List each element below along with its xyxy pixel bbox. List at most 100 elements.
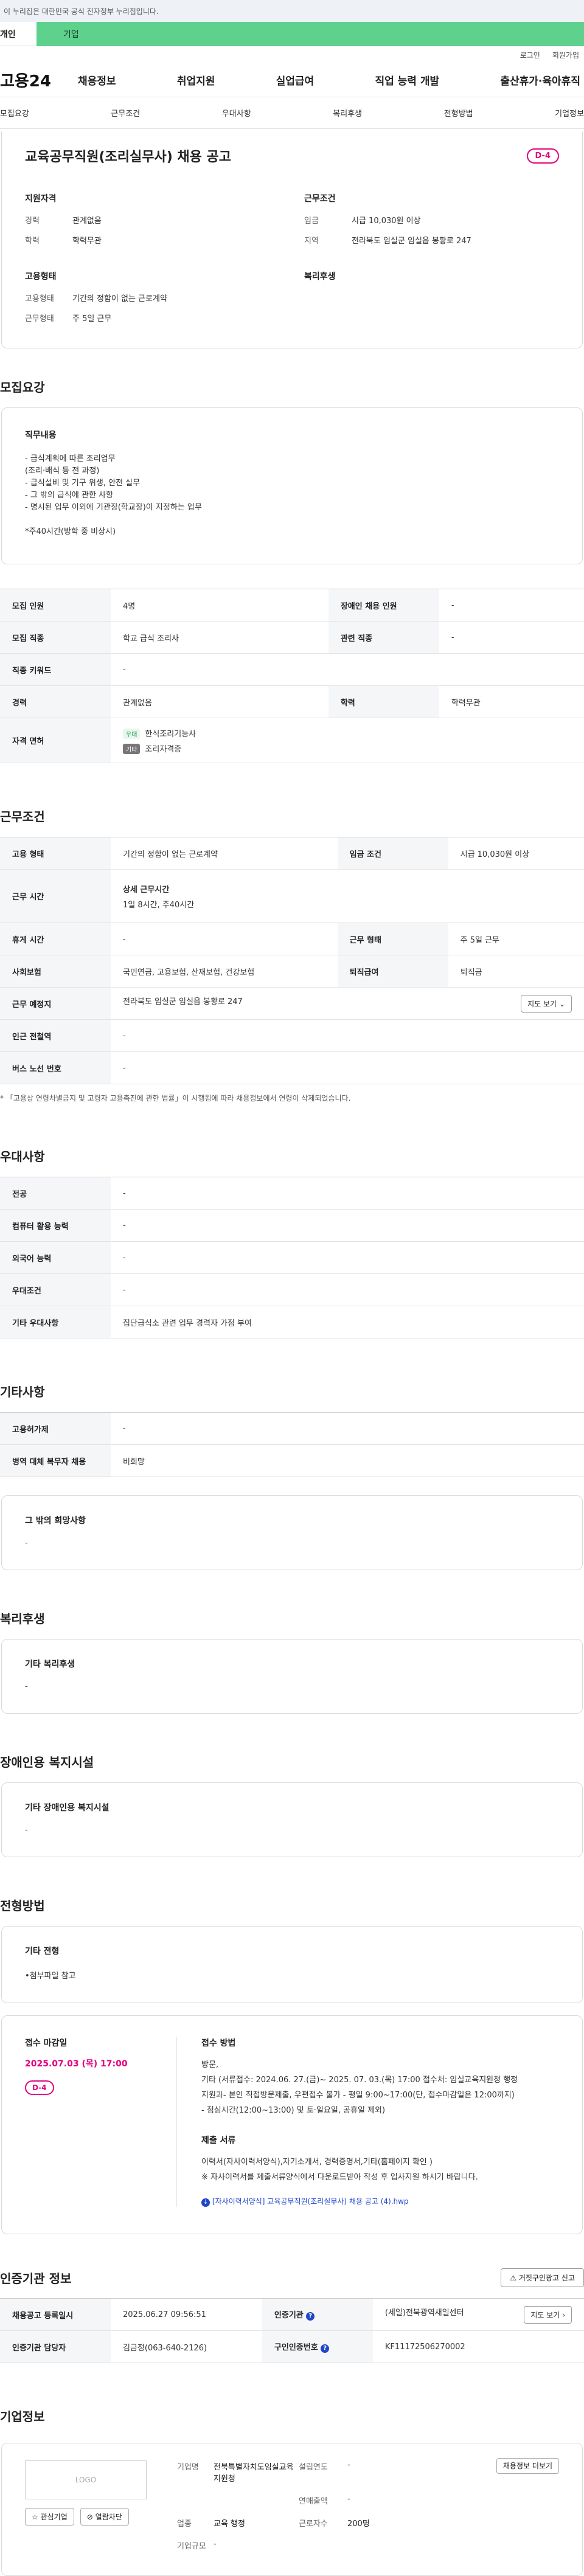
emp-label: 고용형태 [25,294,54,303]
duty-line: - 명시된 업무 이외에 기관장(학교장)이 지정하는 업무 [25,503,202,512]
license-label: 자격 면허 [0,718,111,763]
work-value: 주 5일 근무 [72,314,112,324]
rest-label: 휴게 시간 [0,923,111,955]
founded-label: 설립연도 [299,2463,328,2472]
pref-cond-value: - [111,1273,584,1306]
subnav-preferences[interactable]: 우대사항 [222,107,251,119]
company-name-label: 기업명 [177,2463,199,2472]
subnav-conditions[interactable]: 근무조건 [111,107,140,119]
emp-value: 기간의 정함이 없는 근로계약 [111,837,338,870]
section-recruit: 모집요강 [0,380,45,395]
subnav-method[interactable]: 전형방법 [444,107,473,119]
emp-heading: 고용형태 [25,272,57,282]
chevron-down-icon: ⌄ [558,999,565,1008]
method-value: •첨부파일 참고 [25,1972,76,1981]
gnb-leave[interactable]: 출산휴가·육아휴직 [500,72,580,88]
help-icon[interactable]: ? [306,2312,315,2321]
career-label: 경력 [0,685,111,718]
subnav-company[interactable]: 기업정보 [555,107,584,119]
major-value: - [111,1177,584,1210]
sales-label: 연매출액 [299,2497,328,2506]
block-icon: ⊘ [86,2513,93,2521]
map-button[interactable]: 지도 보기 › [524,2305,572,2324]
pref-etc-label: 기타 우대사항 [0,1306,111,1338]
emp-label: 고용 형태 [0,837,111,870]
section-disabled: 장애인용 복지시설 [0,1755,94,1770]
other-wish-value: - [25,1539,28,1548]
other-table: 고용허가제 - 병역 대체 복무자 채용 비희망 [0,1412,584,1477]
license-tag: 기타 [123,743,141,754]
employees-label: 근로자수 [299,2519,328,2529]
bus-label: 버스 노선 번호 [0,1051,111,1084]
login-link[interactable]: 로그인 [520,50,540,60]
favorite-company-button[interactable]: ☆ 관심기업 [25,2508,74,2526]
job-type-value: 학교 급식 조리사 [111,621,328,654]
time-label: 근무 시간 [0,869,111,923]
job-type-label: 모집 직종 [0,621,111,654]
duty-line: (조리·배식 등 전 과정) [25,466,100,476]
map-button[interactable]: 지도 보기 ⌄ [521,994,572,1013]
industry-label: 업종 [177,2519,192,2529]
rest-value: - [111,923,338,955]
disabled-label: 장애인 채용 인원 [328,589,439,621]
method-heading: 기타 전형 [25,1947,60,1956]
dday-badge: D-4 [526,148,559,164]
attachment-name[interactable]: [자사이력서양식] 교육공무직원(조리실무사) 채용 공고 (4).hwp [212,2197,409,2206]
license-name: 조리자격증 [145,744,182,754]
work-label: 근무형태 [25,314,54,324]
apply-method-line: 기타 (서류접수: 2024.06. 27.(금)~ 2025. 07. 03.… [201,2076,518,2085]
gnb-unemployment-benefit[interactable]: 실업급여 [276,72,315,88]
disabled-facility-card: 기타 장애인용 복지시설 - [1,1782,583,1857]
section-method: 전형방법 [0,1899,45,1913]
section-other: 기타사항 [0,1385,45,1399]
disabled-value: - [439,589,584,621]
apply-method-line: 지원과- 본인 직접방문제출, 우편접수 불가 - 평일 9:00~17:00(… [201,2091,515,2100]
dday-badge: D-4 [25,2080,54,2095]
report-fake-ad-button[interactable]: ⚠ 거짓구인광고 신고 [501,2268,584,2287]
alert-icon: ⚠ [510,2274,517,2282]
cert-org-value: (세일)전북광역새일센터 지도 보기 › [372,2298,584,2331]
gnb-employment-support[interactable]: 취업지원 [177,72,215,88]
computer-value: - [111,1209,584,1242]
block-company-button[interactable]: ⊘ 열람차단 [80,2508,129,2526]
place-address: 전라북도 임실군 임실읍 봉황로 247 [123,997,243,1006]
duty-line: - 급식계획에 따른 조리업무 [25,454,116,463]
edu-value: 학력무관 [72,237,102,246]
time-heading: 상세 근무시간 [123,885,170,895]
duty-card: 직무내용 - 급식계획에 따른 조리업무 (조리·배식 등 전 과정) - 급식… [1,407,583,564]
gnb-jobs[interactable]: 채용정보 [78,72,116,88]
language-value: - [111,1241,584,1274]
duty-line [25,514,559,526]
career-label: 경력 [25,216,40,226]
gnb-skills[interactable]: 직업 능력 개발 [375,72,439,88]
tab-biz[interactable]: 기업 [36,22,584,46]
wage-label: 임금 조건 [337,837,448,870]
size-value: - [214,2540,217,2549]
cond-heading: 근무조건 [304,194,336,204]
agency-table: 채용공고 등록일시 2025.06.27 09:56:51 인증기관 ? (세일… [0,2298,584,2363]
docs-line: ※ 자사이력서를 제출서류양식에서 다운로드받아 작성 후 입사지원 하시기 바… [201,2173,478,2182]
section-company: 기업정보 [0,2409,45,2424]
work-table: 고용 형태 기간의 정함이 없는 근로계약 임금 조건 시급 10,030원 이… [0,837,584,1084]
more-jobs-button[interactable]: 채용정보 더보기 [496,2458,559,2474]
attachment-link[interactable]: ↓ [자사이력서양식] 교육공무직원(조리실무사) 채용 공고 (4).hwp [201,2196,559,2207]
welfare-heading: 복리후생 [304,272,336,282]
other-wish-card: 그 밖의 희망사항 - [1,1495,583,1570]
keyword-value: - [111,653,584,686]
subnav-recruit[interactable]: 모집요강 [0,107,29,119]
welfare-heading: 기타 복리후생 [25,1660,75,1669]
help-icon[interactable]: ? [321,2344,330,2353]
manager-label: 인증기관 담당자 [0,2330,111,2363]
subway-value: - [111,1019,584,1052]
apply-method-line: 방문, [201,2060,219,2069]
docs-heading: 제출 서류 [201,2136,236,2145]
signup-link[interactable]: 회원가입 [552,50,579,60]
subnav-welfare[interactable]: 복리후생 [333,107,362,119]
insurance-label: 사회보험 [0,955,111,988]
site-logo[interactable]: 고용24 [0,69,78,91]
duty-heading: 직무내용 [25,431,57,440]
tab-personal[interactable]: 개인 [0,22,36,46]
subway-label: 인근 전철역 [0,1019,111,1052]
retirement-value: 퇴직금 [448,955,584,988]
bus-value: - [111,1051,584,1084]
